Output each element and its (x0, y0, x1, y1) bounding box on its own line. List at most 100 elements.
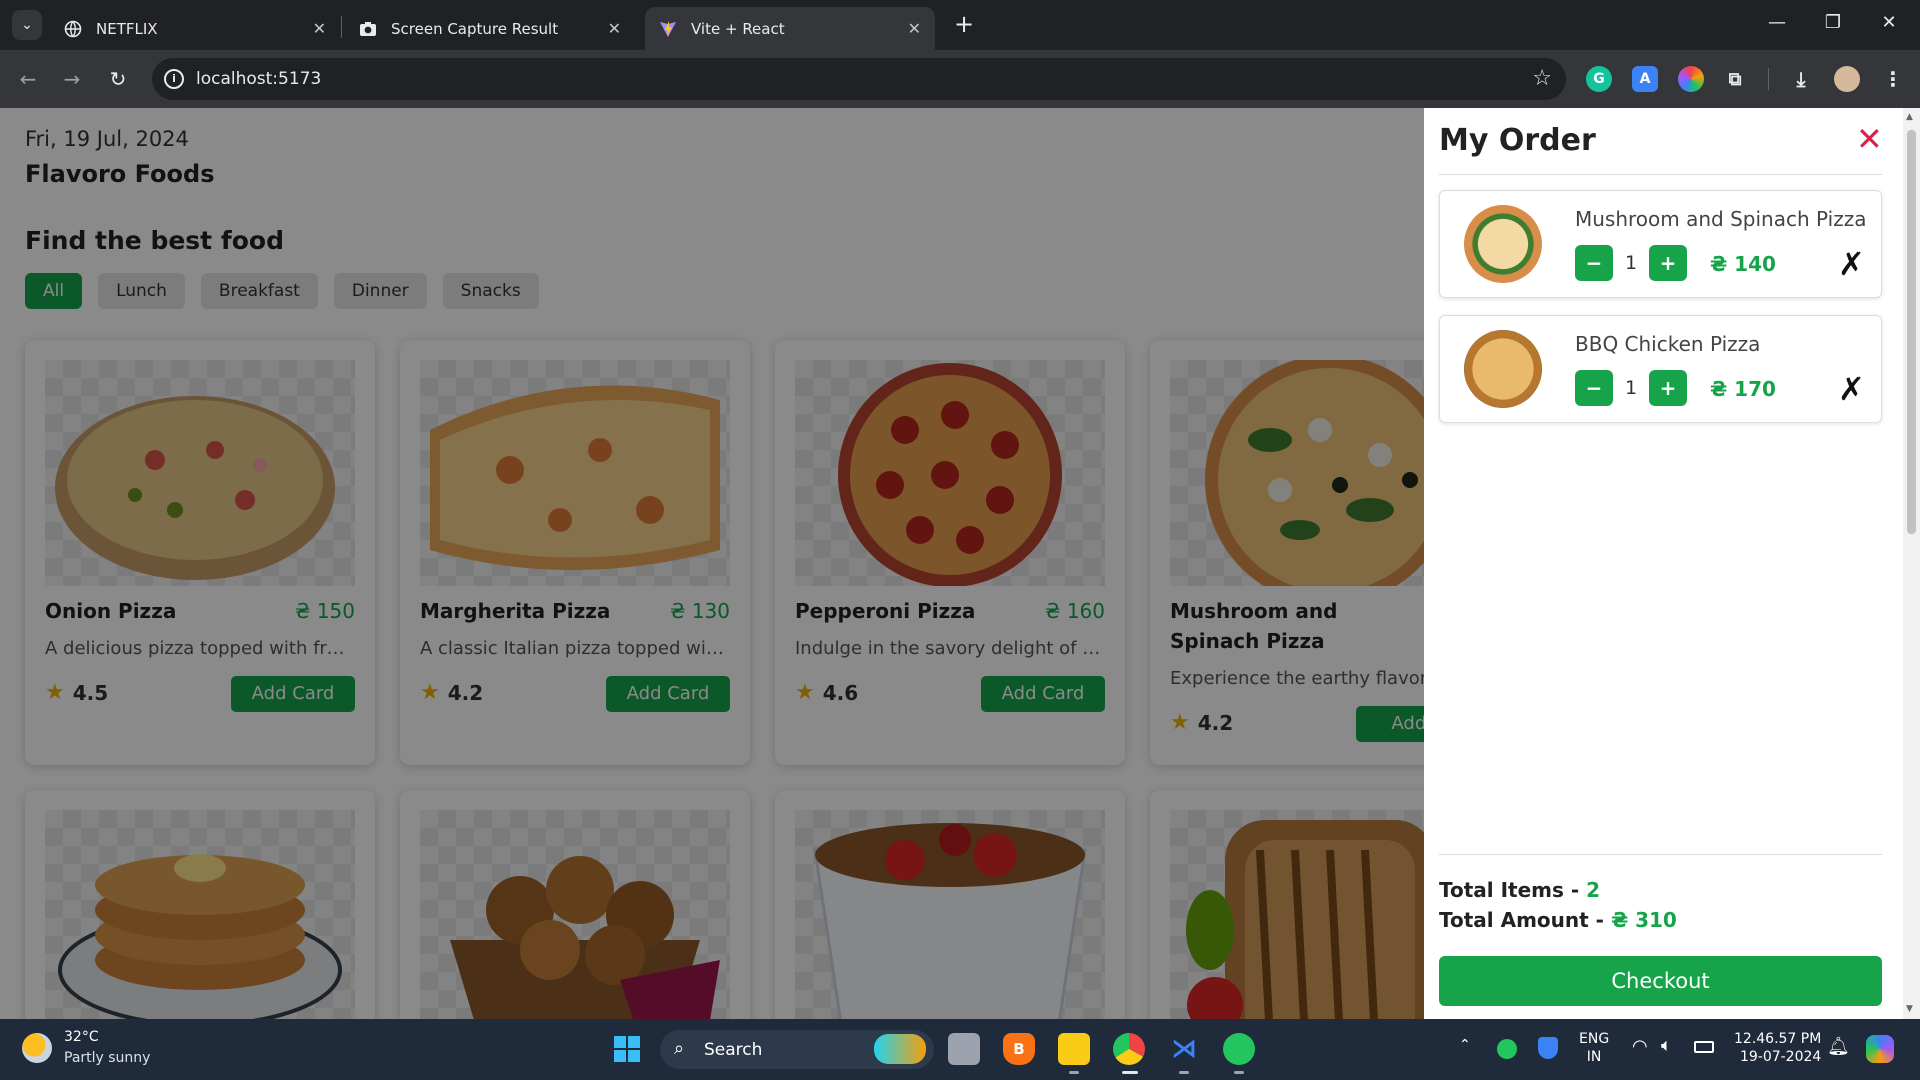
close-tab-icon[interactable]: ✕ (908, 19, 921, 38)
extensions-puzzle-icon[interactable]: ⧉ (1722, 66, 1748, 92)
remove-item-icon[interactable]: ✗ (1838, 245, 1865, 283)
search-highlight-image (874, 1034, 926, 1064)
page-scrollbar[interactable]: ▲ ▼ (1903, 108, 1920, 1019)
app-running-indicator (1234, 1071, 1244, 1074)
order-item-quantity: 1 (1625, 377, 1638, 399)
total-items-value: 2 (1586, 878, 1601, 902)
order-item-name: BBQ Chicken Pizza (1575, 332, 1761, 356)
back-icon[interactable]: ← (14, 65, 42, 93)
globe-icon (64, 20, 82, 38)
task-view-icon[interactable] (948, 1033, 980, 1065)
scrollbar-thumb[interactable] (1907, 130, 1916, 534)
tab-vite-react[interactable]: Vite + React ✕ (645, 7, 935, 50)
scroll-down-icon[interactable]: ▼ (1906, 1004, 1913, 1014)
total-items-label: Total Items - (1439, 878, 1587, 902)
scroll-up-icon[interactable]: ▲ (1906, 112, 1913, 122)
minimize-icon[interactable]: — (1762, 12, 1792, 33)
clock[interactable]: 12.46.57 PM 19-07-2024 (1734, 1030, 1821, 1066)
total-amount-label: Total Amount - (1439, 908, 1611, 932)
site-info-icon[interactable]: i (164, 69, 184, 89)
total-amount: Total Amount - ₴ 310 (1439, 908, 1677, 932)
reload-icon[interactable]: ↻ (104, 65, 132, 93)
order-item-price: ₴ 170 (1710, 377, 1776, 401)
windows-start-icon[interactable] (611, 1033, 643, 1065)
order-item: Mushroom and Spinach Pizza − 1 + ₴ 140 ✗ (1439, 190, 1882, 298)
weather-description[interactable]: Partly sunny (64, 1050, 150, 1066)
close-tab-icon[interactable]: ✕ (313, 19, 326, 38)
spotify-tray-icon[interactable] (1497, 1039, 1517, 1059)
clock-time: 12.46.57 PM (1734, 1031, 1822, 1047)
close-window-icon[interactable]: ✕ (1874, 12, 1904, 33)
modal-backdrop[interactable] (0, 108, 1424, 1019)
vite-logo-icon (659, 20, 677, 38)
tab-title: NETFLIX (96, 19, 158, 38)
spotify-icon[interactable] (1223, 1033, 1255, 1065)
tab-search-chevron-icon[interactable]: ⌄ (12, 10, 42, 40)
total-items: Total Items - 2 (1439, 878, 1600, 902)
close-tab-icon[interactable]: ✕ (608, 19, 621, 38)
order-item-name: Mushroom and Spinach Pizza (1575, 207, 1867, 231)
chrome-icon[interactable] (1113, 1033, 1145, 1065)
vscode-icon[interactable]: ⋊ (1168, 1033, 1200, 1065)
language-indicator[interactable]: ENG IN (1579, 1030, 1609, 1066)
volume-icon[interactable]: 🔈︎ (1661, 1035, 1672, 1056)
translate-extension-icon[interactable]: A (1632, 66, 1658, 92)
new-tab-button[interactable]: + (950, 11, 978, 39)
web-page: Fri, 19 Jul, 2024 Flavoro Foods Find the… (0, 108, 1903, 1019)
windows-taskbar: 32°C Partly sunny ⌕ Search B ⋊ ⌃ ENG IN ◠… (0, 1019, 1920, 1080)
search-icon: ⌕ (674, 1038, 685, 1059)
url-text[interactable]: localhost:5173 (196, 69, 321, 89)
restore-icon[interactable]: ❐ (1818, 12, 1848, 33)
toolbar-divider (1768, 68, 1769, 90)
divider (1439, 854, 1882, 855)
tab-divider (341, 16, 342, 38)
bookmark-star-icon[interactable]: ☆ (1532, 66, 1552, 91)
brave-browser-icon[interactable]: B (1003, 1033, 1035, 1065)
tab-netflix[interactable]: NETFLIX ✕ (50, 7, 340, 50)
language-code: ENG (1579, 1031, 1610, 1047)
close-icon[interactable]: ✕ (1856, 120, 1883, 158)
browser-tab-bar: ⌄ NETFLIX ✕ Screen Capture Result ✕ Vite… (0, 0, 1920, 50)
tab-title: Vite + React (691, 19, 785, 38)
taskbar-search[interactable]: ⌕ Search (660, 1030, 934, 1069)
download-icon[interactable]: ⤓ (1788, 66, 1814, 92)
browser-toolbar: ← → ↻ i localhost:5173 ☆ G A ⧉ ⤓ ⋮ (0, 50, 1920, 108)
increase-quantity-button[interactable]: + (1649, 370, 1687, 406)
order-panel: My Order ✕ Mushroom and Spinach Pizza − … (1424, 108, 1903, 1019)
tab-title: Screen Capture Result (391, 19, 559, 38)
weather-temperature[interactable]: 32°C (64, 1029, 99, 1045)
app-running-indicator (1179, 1071, 1189, 1074)
show-hidden-icons-chevron-icon[interactable]: ⌃ (1459, 1037, 1471, 1053)
region-code: IN (1586, 1049, 1602, 1065)
address-bar[interactable]: i localhost:5173 ☆ (152, 58, 1566, 100)
order-item-quantity: 1 (1625, 252, 1638, 274)
order-panel-title: My Order (1439, 123, 1596, 158)
tab-screen-capture[interactable]: Screen Capture Result ✕ (345, 7, 635, 50)
profile-avatar[interactable] (1834, 66, 1860, 92)
checkout-button[interactable]: Checkout (1439, 956, 1882, 1006)
order-item-image (1464, 330, 1542, 408)
decrease-quantity-button[interactable]: − (1575, 245, 1613, 281)
file-explorer-icon[interactable] (1058, 1033, 1090, 1065)
camera-icon (359, 20, 377, 38)
order-item-image (1464, 205, 1542, 283)
total-amount-value: ₴ 310 (1610, 908, 1677, 932)
grammarly-icon[interactable]: G (1586, 66, 1612, 92)
battery-icon[interactable] (1694, 1041, 1714, 1053)
order-item-price: ₴ 140 (1710, 252, 1776, 276)
decrease-quantity-button[interactable]: − (1575, 370, 1613, 406)
more-menu-icon[interactable]: ⋮ (1880, 66, 1906, 92)
divider (1439, 174, 1882, 175)
search-label: Search (704, 1040, 763, 1060)
increase-quantity-button[interactable]: + (1649, 245, 1687, 281)
forward-icon[interactable]: → (58, 65, 86, 93)
copilot-icon[interactable] (1866, 1035, 1894, 1063)
wifi-icon[interactable]: ◠ (1632, 1036, 1648, 1057)
notification-bell-icon[interactable]: 🔔︎ (1827, 1036, 1850, 1057)
remove-item-icon[interactable]: ✗ (1838, 370, 1865, 408)
weather-icon[interactable] (22, 1033, 52, 1063)
color-picker-extension-icon[interactable] (1678, 66, 1704, 92)
app-active-indicator (1122, 1071, 1138, 1074)
security-shield-icon[interactable] (1538, 1037, 1558, 1059)
order-item: BBQ Chicken Pizza − 1 + ₴ 170 ✗ (1439, 315, 1882, 423)
